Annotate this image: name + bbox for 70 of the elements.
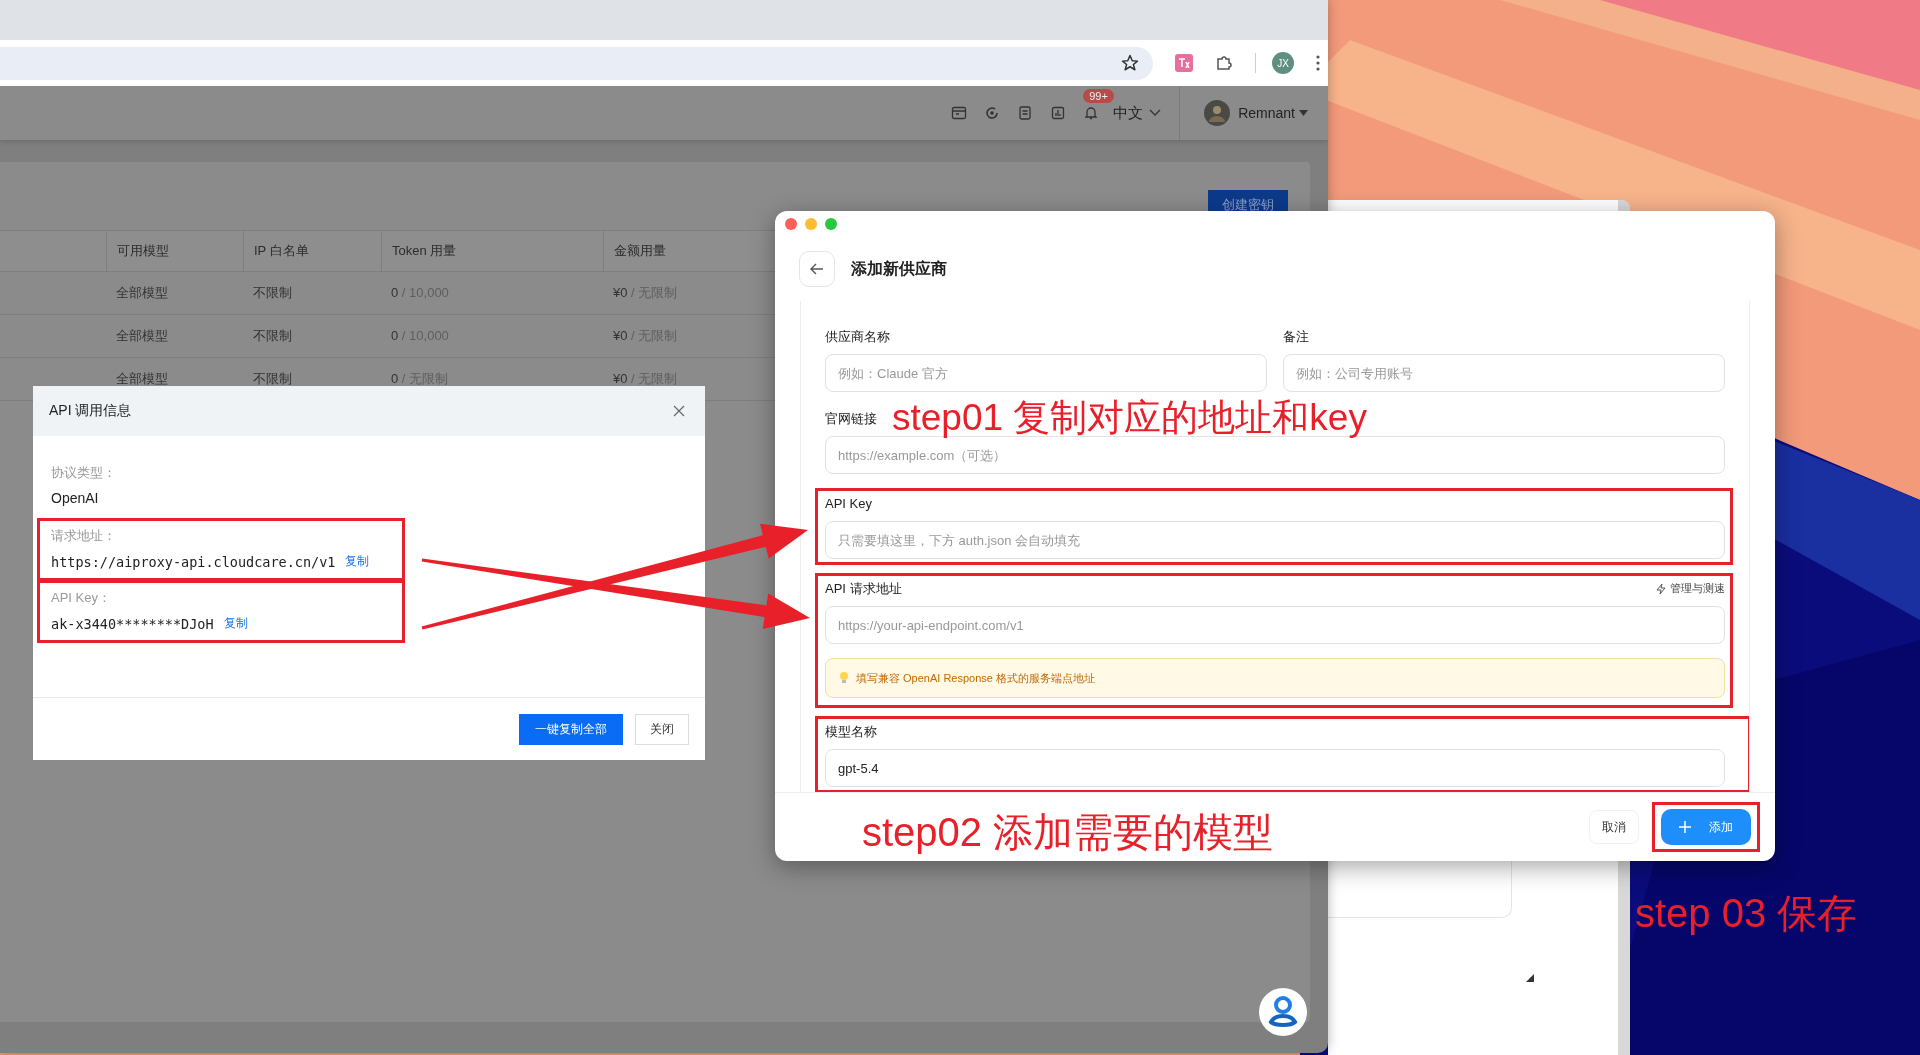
speed-test-link[interactable]: 管理与测速 xyxy=(1655,581,1725,596)
field-label: 协议类型： xyxy=(51,464,117,482)
field-value: OpenAI xyxy=(51,490,99,506)
table-cell-text: 全部模型 xyxy=(115,284,169,302)
maximize-icon[interactable] xyxy=(825,218,837,230)
field-label: 模型名称 xyxy=(825,724,877,739)
lightbulb-icon xyxy=(838,671,850,685)
menu-icon[interactable] xyxy=(1316,55,1320,71)
resize-icon xyxy=(1526,974,1534,982)
field-label: API 请求地址 xyxy=(825,581,902,596)
close-button[interactable]: 关闭 xyxy=(635,713,689,745)
avatar[interactable] xyxy=(1204,100,1231,126)
table-cell-text: 全部模型 xyxy=(115,370,169,388)
chevron-down-icon[interactable] xyxy=(1149,109,1162,117)
field-value: ak-x3440********DJoH xyxy=(51,615,214,632)
field-value: https://aiproxy-api.cloudcare.cn/v1 xyxy=(51,553,336,570)
caret-icon[interactable] xyxy=(1299,110,1308,116)
field-label: API Key： xyxy=(51,589,112,607)
back-arrow-icon[interactable] xyxy=(810,263,824,275)
close-window-icon[interactable] xyxy=(785,218,797,230)
field-label: 官网链接 xyxy=(825,411,877,426)
document-icon[interactable] xyxy=(1017,105,1034,121)
token-used: 0 xyxy=(391,285,399,300)
table-cell-text: 不限制 xyxy=(252,284,293,302)
amount-used: ¥0 xyxy=(613,371,628,386)
input-field[interactable]: https://your-api-endpoint.com/v1 xyxy=(825,606,1725,644)
table-cell-text: 不限制 xyxy=(252,370,293,388)
puzzle-icon[interactable] xyxy=(1215,54,1233,72)
notification-badge: 99+ xyxy=(1083,89,1114,103)
copy-link[interactable]: 复制 xyxy=(345,553,370,570)
star-icon[interactable] xyxy=(1121,54,1139,72)
user-name[interactable]: Remnant xyxy=(1238,105,1295,121)
field-label: API Key xyxy=(825,496,872,511)
calendar-icon[interactable] xyxy=(951,105,968,121)
table-cell-text: 不限制 xyxy=(252,327,293,345)
column-header: Token 用量 xyxy=(381,231,603,271)
cancel-button[interactable]: 取消 xyxy=(1589,810,1639,844)
annotation-text: step02 添加需要的模型 xyxy=(862,812,1274,852)
table-cell-text: 全部模型 xyxy=(115,327,169,345)
refresh-icon[interactable] xyxy=(984,105,1001,121)
add-button[interactable]: 添加 xyxy=(1661,809,1751,845)
bell-icon[interactable] xyxy=(1083,105,1100,121)
copy-all-button[interactable]: 一键复制全部 xyxy=(519,713,623,745)
translate-icon[interactable] xyxy=(1175,54,1193,72)
amount-used: ¥0 xyxy=(613,285,628,300)
input-field[interactable]: 只需要填这里，下方 auth.json 会自动填充 xyxy=(825,521,1725,559)
close-icon[interactable] xyxy=(673,405,685,417)
column-header: 可用模型 xyxy=(106,231,243,271)
hint-text: 填写兼容 OpenAI Response 格式的服务端点地址 xyxy=(856,670,1095,686)
field-label: 请求地址： xyxy=(51,527,117,545)
token-used: 0 xyxy=(391,328,399,343)
token-used: 0 xyxy=(391,371,399,386)
field-label: 备注 xyxy=(1283,329,1310,344)
plus-icon[interactable] xyxy=(1679,821,1691,833)
field-label: 供应商名称 xyxy=(825,329,891,344)
input-field[interactable]: 例如：Claude 官方 xyxy=(825,354,1267,392)
input-field[interactable]: 例如：公司专用账号 xyxy=(1283,354,1725,392)
column-header: IP 白名单 xyxy=(243,231,381,271)
amount-used: ¥0 xyxy=(613,328,628,343)
language-selector[interactable]: 中文 xyxy=(1113,103,1144,123)
input-field[interactable]: gpt-5.4 xyxy=(825,749,1725,787)
lightning-icon[interactable] xyxy=(1655,582,1667,595)
annotation-text: step 03 保存 xyxy=(1635,893,1858,933)
logo-icon[interactable] xyxy=(1259,988,1307,1036)
copy-link[interactable]: 复制 xyxy=(223,615,248,632)
chart-icon[interactable] xyxy=(1050,105,1067,121)
dialog-title: API 调用信息 xyxy=(49,402,132,420)
annotation-text: step01 复制对应的地址和key xyxy=(892,399,1367,436)
profile-avatar[interactable]: JX xyxy=(1272,52,1294,74)
back-button[interactable] xyxy=(799,251,835,287)
